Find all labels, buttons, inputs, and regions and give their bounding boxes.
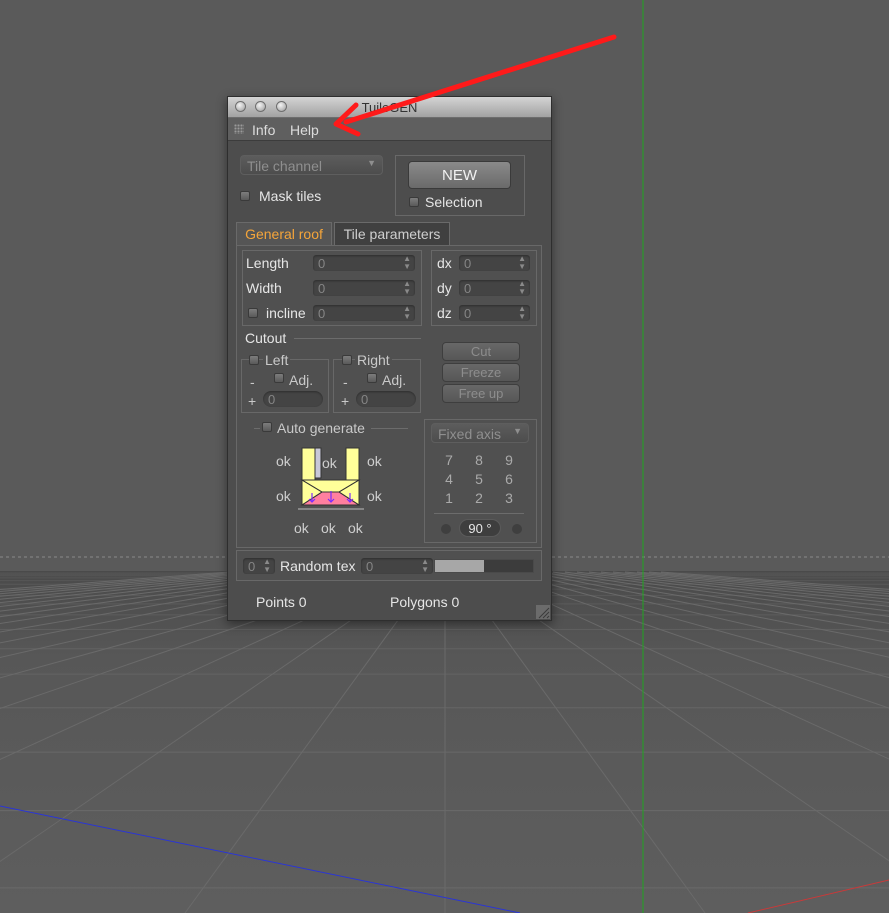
width-label: Width	[246, 280, 282, 296]
stepper-icon[interactable]: ▲ ▼	[518, 280, 526, 296]
tuilegen-window: TuileGEN Info Help Tile channel ▼ Mask t…	[227, 96, 552, 621]
length-label: Length	[246, 255, 289, 271]
left-value-field[interactable]: 0	[262, 390, 324, 408]
dy-field[interactable]: 0 ▲ ▼	[458, 279, 531, 297]
numpad-2[interactable]: 2	[472, 490, 486, 506]
dx-label: dx	[437, 255, 452, 271]
fixed-axis-dropdown[interactable]: Fixed axis ▼	[431, 423, 529, 443]
ok-bottom-1[interactable]: ok	[294, 520, 309, 536]
grip-icon[interactable]	[234, 124, 244, 134]
numpad-3[interactable]: 3	[502, 490, 516, 506]
random-tex-field[interactable]: 0 ▲ ▼	[360, 557, 434, 575]
roof-preview-diagram[interactable]	[298, 447, 370, 511]
incline-label: incline	[266, 305, 306, 321]
left-adj-label: Adj.	[289, 372, 314, 388]
numpad-1[interactable]: 1	[442, 490, 456, 506]
numpad-5[interactable]: 5	[472, 471, 486, 487]
tab-tile-parameters[interactable]: Tile parameters	[334, 222, 450, 246]
stepper-icon[interactable]: ▲ ▼	[421, 558, 429, 574]
cut-button[interactable]: Cut	[442, 342, 520, 361]
numpad-9[interactable]: 9	[502, 452, 516, 468]
free-up-button[interactable]: Free up	[442, 384, 520, 403]
numpad-4[interactable]: 4	[442, 471, 456, 487]
stepper-icon[interactable]: ▲ ▼	[403, 255, 411, 271]
autogen-divider-right	[371, 428, 408, 429]
chevron-down-icon: ▼	[513, 426, 522, 436]
width-field[interactable]: 0 ▲ ▼	[312, 279, 416, 297]
angle-increment-icon[interactable]	[512, 524, 522, 534]
dx-field[interactable]: 0 ▲ ▼	[458, 254, 531, 272]
length-field[interactable]: 0 ▲ ▼	[312, 254, 416, 272]
title-bar[interactable]: TuileGEN	[228, 97, 551, 118]
random-tex-slider[interactable]	[434, 559, 534, 573]
ok-mid-left[interactable]: ok	[276, 488, 291, 504]
left-checkbox[interactable]	[249, 355, 259, 365]
menu-help[interactable]: Help	[290, 122, 319, 138]
left-plus[interactable]: +	[248, 393, 256, 409]
chevron-down-icon: ▼	[367, 158, 376, 168]
dz-label: dz	[437, 305, 452, 321]
angle-decrement-icon[interactable]	[441, 524, 451, 534]
random-tex-label: Random tex	[280, 558, 356, 574]
mask-tiles-checkbox[interactable]	[240, 191, 250, 201]
numpad-8[interactable]: 8	[472, 452, 486, 468]
right-adj-label: Adj.	[382, 372, 407, 388]
dy-label: dy	[437, 280, 452, 296]
left-minus[interactable]: -	[250, 374, 255, 390]
stepper-icon[interactable]: ▲ ▼	[263, 558, 271, 574]
resize-grip-icon[interactable]	[536, 605, 550, 619]
stepper-icon[interactable]: ▲ ▼	[518, 255, 526, 271]
selection-checkbox[interactable]	[409, 197, 419, 207]
auto-generate-checkbox[interactable]	[262, 422, 272, 432]
freeze-button[interactable]: Freeze	[442, 363, 520, 382]
new-button[interactable]: NEW	[408, 161, 511, 189]
incline-field[interactable]: 0 ▲ ▼	[312, 304, 416, 322]
right-checkbox[interactable]	[342, 355, 352, 365]
tile-channel-dropdown[interactable]: Tile channel ▼	[240, 155, 383, 175]
axis-divider	[434, 513, 524, 514]
ok-bottom-3[interactable]: ok	[348, 520, 363, 536]
right-minus[interactable]: -	[343, 374, 348, 390]
stepper-icon[interactable]: ▲ ▼	[518, 305, 526, 321]
dz-field[interactable]: 0 ▲ ▼	[458, 304, 531, 322]
tab-general-roof[interactable]: General roof	[236, 222, 332, 246]
right-plus[interactable]: +	[341, 393, 349, 409]
window-title: TuileGEN	[361, 100, 418, 115]
stepper-icon[interactable]: ▲ ▼	[403, 305, 411, 321]
selection-label: Selection	[425, 194, 483, 210]
auto-generate-label: Auto generate	[277, 420, 365, 436]
menu-info[interactable]: Info	[252, 122, 275, 138]
mask-tiles-label: Mask tiles	[259, 188, 322, 204]
points-count: Points 0	[256, 594, 307, 610]
menu-bar: Info Help	[228, 118, 551, 141]
ok-bottom-2[interactable]: ok	[321, 520, 336, 536]
cutout-title: Cutout	[245, 330, 287, 346]
left-label: Left	[263, 352, 291, 368]
autogen-divider-left	[254, 428, 260, 429]
left-adj-checkbox[interactable]	[274, 373, 284, 383]
ok-top-left[interactable]: ok	[276, 453, 291, 469]
angle-field[interactable]: 90 °	[459, 519, 501, 537]
slider-fill	[435, 560, 484, 572]
numpad-6[interactable]: 6	[502, 471, 516, 487]
polygons-count: Polygons 0	[390, 594, 460, 610]
right-value-field[interactable]: 0	[355, 390, 417, 408]
right-label: Right	[355, 352, 392, 368]
index-field[interactable]: 0 ▲ ▼	[242, 557, 276, 575]
numpad-7[interactable]: 7	[442, 452, 456, 468]
right-adj-checkbox[interactable]	[367, 373, 377, 383]
cutout-divider	[294, 338, 421, 339]
stepper-icon[interactable]: ▲ ▼	[403, 280, 411, 296]
incline-checkbox[interactable]	[248, 308, 258, 318]
